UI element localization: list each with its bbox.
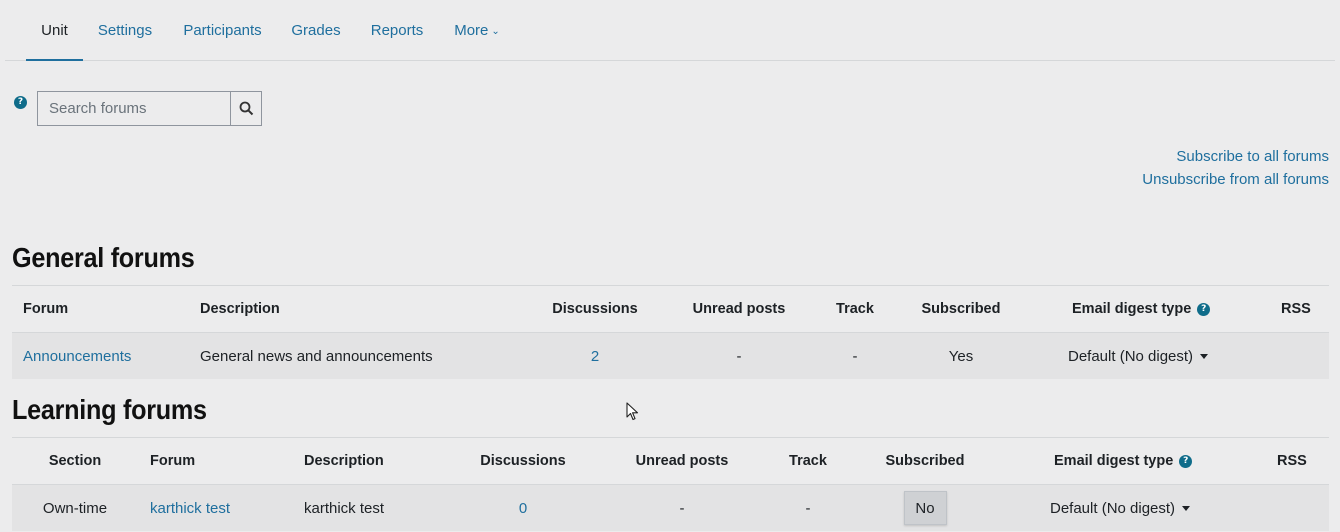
subscribe-all-link[interactable]: Subscribe to all forums xyxy=(1176,148,1329,165)
caret-down-icon xyxy=(1200,353,1209,359)
column-header-unread-posts: Unread posts xyxy=(635,453,729,469)
tab-label: Participants xyxy=(183,22,262,39)
subscribed-value: Yes xyxy=(948,347,974,365)
tab-label: Reports xyxy=(370,22,424,39)
learning-forums-heading: Learning forums xyxy=(12,394,207,425)
discussions-count-link[interactable]: 0 xyxy=(473,485,573,531)
column-header-discussions: Discussions xyxy=(552,301,638,317)
column-header-subscribed: Subscribed xyxy=(885,453,965,469)
tab-label: More xyxy=(454,22,489,39)
column-header-description: Description xyxy=(304,453,384,469)
secondary-navigation: Unit Settings Participants Grades Report… xyxy=(5,0,1335,61)
search-icon xyxy=(239,101,254,116)
general-forums-heading: General forums xyxy=(12,242,195,273)
tab-settings[interactable]: Settings xyxy=(94,0,156,61)
column-header-track: Track xyxy=(836,301,874,317)
email-digest-dropdown[interactable]: Default (No digest) xyxy=(1068,333,1209,379)
tab-unit[interactable]: Unit xyxy=(26,0,83,61)
search-input[interactable] xyxy=(37,91,231,126)
question-circle-icon[interactable]: ? xyxy=(1197,302,1211,316)
tab-more[interactable]: More ⌄ xyxy=(449,0,505,61)
table-header-row: Section Forum Description Discussions Un… xyxy=(12,437,1329,485)
column-header-email-digest: Email digest type ? xyxy=(1054,438,1193,484)
digest-selected-value: Default (No digest) xyxy=(1068,347,1194,365)
track-value: - xyxy=(852,347,858,365)
subscribe-toggle-button[interactable]: No xyxy=(903,491,947,525)
column-header-forum: Forum xyxy=(150,453,196,469)
subscribed-cell: No xyxy=(875,485,975,531)
mouse-cursor-icon xyxy=(626,402,639,421)
column-header-forum: Forum xyxy=(23,301,69,317)
unsubscribe-all-link[interactable]: Unsubscribe from all forums xyxy=(1142,171,1329,188)
column-header-track: Track xyxy=(789,453,827,469)
chevron-down-icon: ⌄ xyxy=(491,26,500,37)
column-header-discussions: Discussions xyxy=(480,453,566,469)
tab-label: Settings xyxy=(97,22,153,39)
forum-description: karthick test xyxy=(304,499,385,517)
column-header-section: Section xyxy=(48,453,102,469)
unread-posts-value: - xyxy=(736,347,742,365)
email-digest-dropdown[interactable]: Default (No digest) xyxy=(1050,485,1191,531)
column-header-rss: RSS xyxy=(1277,453,1307,469)
discussions-count-link[interactable]: 2 xyxy=(545,333,645,379)
track-value: - xyxy=(805,499,811,517)
question-circle-icon[interactable]: ? xyxy=(14,96,27,109)
column-header-subscribed: Subscribed xyxy=(921,301,1001,317)
forum-description: General news and announcements xyxy=(200,347,433,365)
column-header-label: Email digest type xyxy=(1054,453,1174,469)
forum-link[interactable]: Announcements xyxy=(23,333,131,379)
forum-link[interactable]: karthick test xyxy=(150,485,230,531)
column-header-description: Description xyxy=(200,301,280,317)
column-header-email-digest: Email digest type ? xyxy=(1072,286,1211,332)
tab-label: Unit xyxy=(41,22,68,39)
question-circle-icon[interactable]: ? xyxy=(1179,454,1193,468)
column-header-label: Email digest type xyxy=(1072,301,1192,317)
tab-grades[interactable]: Grades xyxy=(290,0,342,61)
digest-selected-value: Default (No digest) xyxy=(1050,499,1176,517)
column-header-rss: RSS xyxy=(1281,301,1311,317)
tab-label: Grades xyxy=(291,22,341,39)
section-value: Own-time xyxy=(42,499,108,517)
tab-participants[interactable]: Participants xyxy=(180,0,265,61)
table-row: Announcements General news and announcem… xyxy=(12,333,1329,379)
table-header-row: Forum Description Discussions Unread pos… xyxy=(12,285,1329,333)
search-forums-form xyxy=(37,91,262,126)
table-row: Own-time karthick test karthick test 0 -… xyxy=(12,485,1329,531)
caret-down-icon xyxy=(1182,505,1191,511)
search-button[interactable] xyxy=(230,91,262,126)
tab-reports[interactable]: Reports xyxy=(367,0,427,61)
column-header-unread-posts: Unread posts xyxy=(692,301,786,317)
unread-posts-value: - xyxy=(679,499,685,517)
